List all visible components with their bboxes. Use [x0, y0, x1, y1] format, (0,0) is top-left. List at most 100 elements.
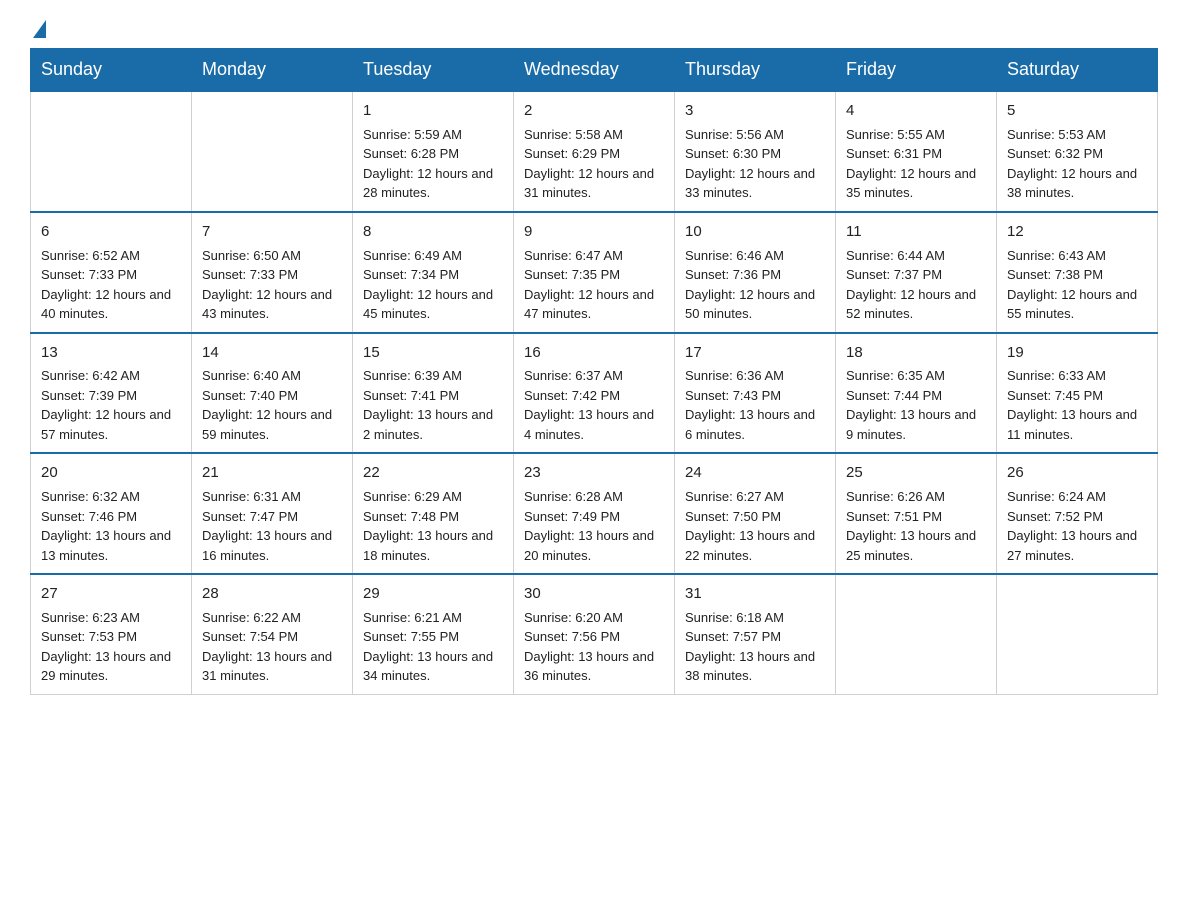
calendar-day-cell: 6 Sunrise: 6:52 AM Sunset: 7:33 PM Daylig…: [31, 212, 192, 333]
calendar-day-cell: [836, 574, 997, 694]
calendar-day-cell: 22Sunrise: 6:29 AM Sunset: 7:48 PM Dayli…: [353, 453, 514, 574]
calendar-day-cell: 21 Sunrise: 6:31 AM Sunset: 7:47 PM Dayli…: [192, 453, 353, 574]
day-info: Sunrise: 6:44 AM Sunset: 7:37 PM Dayligh…: [846, 246, 986, 324]
calendar-day-cell: 10 Sunrise: 6:46 AM Sunset: 7:36 PM Dayli…: [675, 212, 836, 333]
day-info: Sunrise: 6:33 AM Sunset: 7:45 PM Dayligh…: [1007, 366, 1147, 444]
calendar-week-row: 6 Sunrise: 6:52 AM Sunset: 7:33 PM Daylig…: [31, 212, 1158, 333]
day-info: Sunrise: 6:29 AM Sunset: 7:48 PM Dayligh…: [363, 487, 503, 565]
calendar-day-cell: 3 Sunrise: 5:56 AM Sunset: 6:30 PM Daylig…: [675, 91, 836, 212]
day-number: 16: [524, 342, 664, 364]
day-number: 17: [685, 342, 825, 364]
calendar-day-header: Thursday: [675, 49, 836, 92]
calendar-day-header: Sunday: [31, 49, 192, 92]
day-number: 10: [685, 221, 825, 243]
day-number: 4: [846, 100, 986, 122]
calendar-table: SundayMondayTuesdayWednesdayThursdayFrid…: [30, 48, 1158, 695]
day-info: Sunrise: 6:24 AM Sunset: 7:52 PM Dayligh…: [1007, 487, 1147, 565]
calendar-day-cell: 1 Sunrise: 5:59 AM Sunset: 6:28 PM Daylig…: [353, 91, 514, 212]
calendar-day-header: Friday: [836, 49, 997, 92]
calendar-week-row: 1 Sunrise: 5:59 AM Sunset: 6:28 PM Daylig…: [31, 91, 1158, 212]
calendar-week-row: 27Sunrise: 6:23 AM Sunset: 7:53 PM Dayli…: [31, 574, 1158, 694]
day-number: 19: [1007, 342, 1147, 364]
day-info: Sunrise: 6:22 AM Sunset: 7:54 PM Dayligh…: [202, 608, 342, 686]
day-number: 28: [202, 583, 342, 605]
calendar-day-cell: 2 Sunrise: 5:58 AM Sunset: 6:29 PM Daylig…: [514, 91, 675, 212]
calendar-day-cell: 27Sunrise: 6:23 AM Sunset: 7:53 PM Dayli…: [31, 574, 192, 694]
calendar-day-cell: 25Sunrise: 6:26 AM Sunset: 7:51 PM Dayli…: [836, 453, 997, 574]
calendar-day-cell: 23 Sunrise: 6:28 AM Sunset: 7:49 PM Dayli…: [514, 453, 675, 574]
day-info: Sunrise: 5:59 AM Sunset: 6:28 PM Dayligh…: [363, 125, 503, 203]
calendar-day-header: Tuesday: [353, 49, 514, 92]
calendar-day-cell: 14Sunrise: 6:40 AM Sunset: 7:40 PM Dayli…: [192, 333, 353, 454]
calendar-day-cell: 12 Sunrise: 6:43 AM Sunset: 7:38 PM Dayli…: [997, 212, 1158, 333]
day-info: Sunrise: 6:20 AM Sunset: 7:56 PM Dayligh…: [524, 608, 664, 686]
calendar-day-cell: [997, 574, 1158, 694]
day-info: Sunrise: 6:21 AM Sunset: 7:55 PM Dayligh…: [363, 608, 503, 686]
day-info: Sunrise: 6:52 AM Sunset: 7:33 PM Dayligh…: [41, 246, 181, 324]
day-number: 5: [1007, 100, 1147, 122]
day-info: Sunrise: 5:58 AM Sunset: 6:29 PM Dayligh…: [524, 125, 664, 203]
day-info: Sunrise: 6:39 AM Sunset: 7:41 PM Dayligh…: [363, 366, 503, 444]
day-info: Sunrise: 5:55 AM Sunset: 6:31 PM Dayligh…: [846, 125, 986, 203]
day-info: Sunrise: 6:36 AM Sunset: 7:43 PM Dayligh…: [685, 366, 825, 444]
calendar-day-cell: 9Sunrise: 6:47 AM Sunset: 7:35 PM Daylig…: [514, 212, 675, 333]
day-number: 12: [1007, 221, 1147, 243]
day-number: 24: [685, 462, 825, 484]
day-number: 3: [685, 100, 825, 122]
calendar-day-cell: 13Sunrise: 6:42 AM Sunset: 7:39 PM Dayli…: [31, 333, 192, 454]
day-info: Sunrise: 6:37 AM Sunset: 7:42 PM Dayligh…: [524, 366, 664, 444]
day-number: 30: [524, 583, 664, 605]
calendar-day-header: Saturday: [997, 49, 1158, 92]
day-info: Sunrise: 6:26 AM Sunset: 7:51 PM Dayligh…: [846, 487, 986, 565]
day-info: Sunrise: 6:40 AM Sunset: 7:40 PM Dayligh…: [202, 366, 342, 444]
day-info: Sunrise: 6:46 AM Sunset: 7:36 PM Dayligh…: [685, 246, 825, 324]
calendar-day-cell: 8 Sunrise: 6:49 AM Sunset: 7:34 PM Daylig…: [353, 212, 514, 333]
day-info: Sunrise: 6:50 AM Sunset: 7:33 PM Dayligh…: [202, 246, 342, 324]
calendar-day-cell: 18Sunrise: 6:35 AM Sunset: 7:44 PM Dayli…: [836, 333, 997, 454]
day-number: 15: [363, 342, 503, 364]
day-number: 21: [202, 462, 342, 484]
day-number: 18: [846, 342, 986, 364]
calendar-day-cell: 7Sunrise: 6:50 AM Sunset: 7:33 PM Daylig…: [192, 212, 353, 333]
day-number: 11: [846, 221, 986, 243]
day-info: Sunrise: 6:23 AM Sunset: 7:53 PM Dayligh…: [41, 608, 181, 686]
calendar-day-cell: 26 Sunrise: 6:24 AM Sunset: 7:52 PM Dayli…: [997, 453, 1158, 574]
day-info: Sunrise: 6:42 AM Sunset: 7:39 PM Dayligh…: [41, 366, 181, 444]
day-number: 13: [41, 342, 181, 364]
calendar-week-row: 20Sunrise: 6:32 AM Sunset: 7:46 PM Dayli…: [31, 453, 1158, 574]
day-number: 9: [524, 221, 664, 243]
calendar-day-cell: 4 Sunrise: 5:55 AM Sunset: 6:31 PM Daylig…: [836, 91, 997, 212]
day-info: Sunrise: 6:32 AM Sunset: 7:46 PM Dayligh…: [41, 487, 181, 565]
logo: [30, 20, 46, 38]
day-info: Sunrise: 6:31 AM Sunset: 7:47 PM Dayligh…: [202, 487, 342, 565]
day-number: 29: [363, 583, 503, 605]
day-number: 26: [1007, 462, 1147, 484]
calendar-day-cell: 31Sunrise: 6:18 AM Sunset: 7:57 PM Dayli…: [675, 574, 836, 694]
day-info: Sunrise: 6:43 AM Sunset: 7:38 PM Dayligh…: [1007, 246, 1147, 324]
calendar-day-cell: 16Sunrise: 6:37 AM Sunset: 7:42 PM Dayli…: [514, 333, 675, 454]
calendar-day-cell: 17Sunrise: 6:36 AM Sunset: 7:43 PM Dayli…: [675, 333, 836, 454]
calendar-day-cell: 28 Sunrise: 6:22 AM Sunset: 7:54 PM Dayli…: [192, 574, 353, 694]
day-number: 2: [524, 100, 664, 122]
page-header: [30, 20, 1158, 38]
calendar-header-row: SundayMondayTuesdayWednesdayThursdayFrid…: [31, 49, 1158, 92]
day-info: Sunrise: 6:27 AM Sunset: 7:50 PM Dayligh…: [685, 487, 825, 565]
calendar-day-cell: 20Sunrise: 6:32 AM Sunset: 7:46 PM Dayli…: [31, 453, 192, 574]
day-number: 8: [363, 221, 503, 243]
day-number: 23: [524, 462, 664, 484]
calendar-day-cell: 30 Sunrise: 6:20 AM Sunset: 7:56 PM Dayli…: [514, 574, 675, 694]
calendar-day-cell: 11 Sunrise: 6:44 AM Sunset: 7:37 PM Dayli…: [836, 212, 997, 333]
day-info: Sunrise: 5:56 AM Sunset: 6:30 PM Dayligh…: [685, 125, 825, 203]
day-number: 6: [41, 221, 181, 243]
calendar-day-cell: 19Sunrise: 6:33 AM Sunset: 7:45 PM Dayli…: [997, 333, 1158, 454]
calendar-day-header: Monday: [192, 49, 353, 92]
day-info: Sunrise: 6:49 AM Sunset: 7:34 PM Dayligh…: [363, 246, 503, 324]
day-info: Sunrise: 6:35 AM Sunset: 7:44 PM Dayligh…: [846, 366, 986, 444]
calendar-day-cell: 29 Sunrise: 6:21 AM Sunset: 7:55 PM Dayli…: [353, 574, 514, 694]
calendar-day-cell: 15Sunrise: 6:39 AM Sunset: 7:41 PM Dayli…: [353, 333, 514, 454]
day-info: Sunrise: 6:28 AM Sunset: 7:49 PM Dayligh…: [524, 487, 664, 565]
day-number: 1: [363, 100, 503, 122]
calendar-day-cell: 24 Sunrise: 6:27 AM Sunset: 7:50 PM Dayli…: [675, 453, 836, 574]
day-info: Sunrise: 6:18 AM Sunset: 7:57 PM Dayligh…: [685, 608, 825, 686]
calendar-day-cell: [192, 91, 353, 212]
